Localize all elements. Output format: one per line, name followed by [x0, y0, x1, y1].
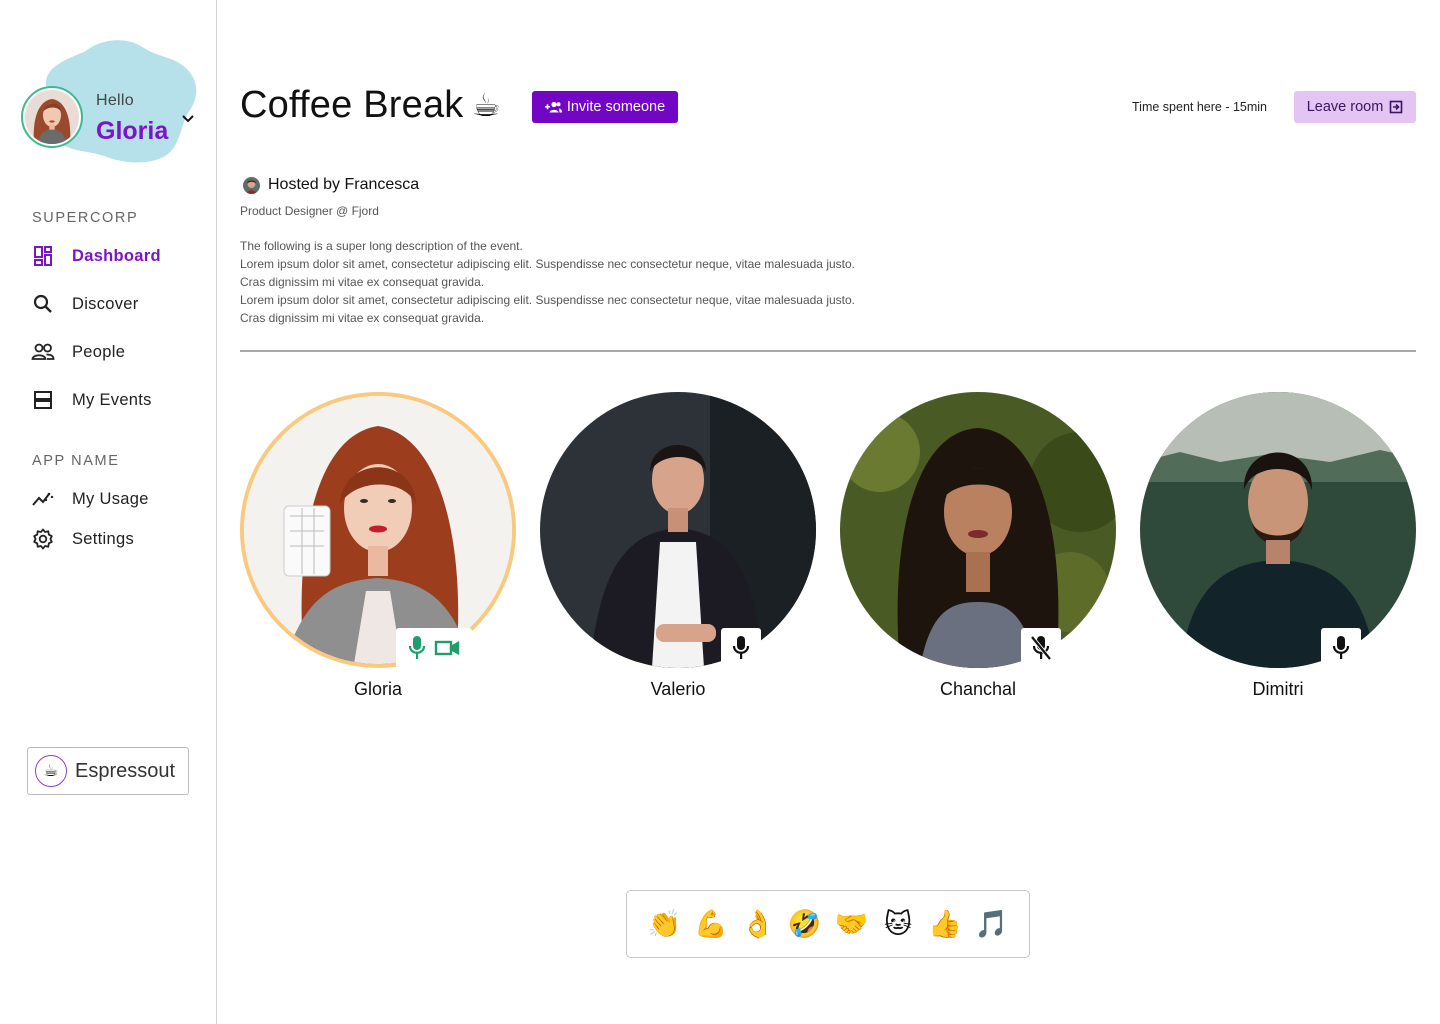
microphone-icon[interactable]: [1332, 635, 1350, 661]
user-avatar[interactable]: [21, 86, 83, 148]
people-icon: [30, 339, 56, 365]
sidebar-item-people[interactable]: People: [30, 336, 200, 368]
sidebar-item-label: My Usage: [72, 489, 149, 508]
rolling-laughing-icon[interactable]: 🤣: [785, 908, 825, 940]
clapping-hands-icon[interactable]: 👏: [644, 908, 684, 940]
music-note-icon[interactable]: 🎵: [972, 908, 1012, 940]
section-label-app-name: APP NAME: [32, 453, 120, 469]
participant-video: [240, 392, 516, 668]
sidebar-item-my-usage[interactable]: My Usage: [30, 483, 200, 515]
reaction-bar: 👏 💪 👌 🤣 🤝 🐱 👍 🎵: [626, 890, 1030, 958]
participant-valerio[interactable]: Valerio: [540, 392, 816, 712]
exit-icon: [1389, 100, 1403, 114]
participant-name: Dimitri: [1252, 679, 1304, 699]
host-role: Product Designer @ Fjord: [240, 204, 379, 218]
invite-someone-button[interactable]: Invite someone: [532, 91, 678, 123]
sidebar: Hello Gloria SUPERCORP Dashboard Discove…: [0, 0, 217, 1024]
divider: [240, 350, 1416, 352]
host-name: Hosted by Francesca: [268, 176, 420, 193]
participant-dimitri[interactable]: Dimitri: [1140, 392, 1416, 712]
greeting-text: Hello: [96, 92, 134, 109]
add-people-icon: [544, 101, 562, 113]
handshake-icon[interactable]: 🤝: [831, 908, 871, 940]
event-description: The following is a super long descriptio…: [240, 237, 960, 327]
description-line: The following is a super long descriptio…: [240, 239, 523, 253]
description-line: Cras dignissim mi vitae ex consequat gra…: [240, 311, 485, 325]
microphone-icon[interactable]: [408, 635, 426, 661]
description-line: Lorem ipsum dolor sit amet, consectetur …: [240, 293, 855, 307]
thumbs-up-icon[interactable]: 👍: [925, 908, 965, 940]
cat-face-icon[interactable]: 🐱: [878, 909, 918, 940]
participant-chanchal[interactable]: Chanchal: [840, 392, 1116, 712]
sidebar-item-settings[interactable]: Settings: [30, 523, 200, 555]
sidebar-item-dashboard[interactable]: Dashboard: [30, 240, 200, 272]
sidebar-item-label: My Events: [72, 390, 152, 409]
time-spent-text: Time spent here - 15min: [1132, 100, 1268, 114]
room-title: Coffee Break: [240, 84, 464, 126]
flexed-biceps-icon[interactable]: 💪: [691, 908, 731, 940]
sidebar-item-my-events[interactable]: My Events: [30, 384, 200, 416]
participant-video: [1140, 392, 1416, 668]
sidebar-item-label: Dashboard: [72, 246, 161, 265]
media-controls: [1321, 628, 1361, 668]
workspace-switcher[interactable]: ☕ Espressout: [27, 747, 189, 795]
events-icon: [30, 387, 56, 413]
media-controls: [396, 628, 472, 668]
description-line: Cras dignissim mi vitae ex consequat gra…: [240, 275, 485, 289]
sidebar-item-label: Discover: [72, 294, 139, 313]
microphone-icon[interactable]: [732, 635, 750, 661]
gear-icon: [30, 526, 56, 552]
chevron-down-icon[interactable]: [179, 112, 197, 126]
media-controls: [721, 628, 761, 668]
sidebar-item-label: Settings: [72, 529, 135, 548]
participant-name: Valerio: [650, 679, 706, 699]
participant-name: Chanchal: [939, 679, 1017, 699]
video-camera-icon[interactable]: [434, 638, 460, 658]
user-name: Gloria: [96, 117, 169, 145]
host-avatar: [243, 176, 260, 194]
dashboard-icon: [30, 243, 56, 269]
media-controls: [1021, 628, 1061, 668]
leave-button-label: Leave room: [1306, 99, 1384, 115]
coffee-logo-icon: ☕: [35, 755, 67, 787]
participant-video: [840, 392, 1116, 668]
workspace-name: Espressout: [75, 759, 176, 782]
invite-button-label: Invite someone: [566, 99, 666, 115]
description-line: Lorem ipsum dolor sit amet, consectetur …: [240, 257, 855, 271]
search-icon: [30, 291, 56, 317]
leave-room-button[interactable]: Leave room: [1294, 91, 1416, 123]
microphone-muted-icon[interactable]: [1030, 635, 1052, 661]
usage-chart-icon: [30, 486, 56, 512]
participant-name: Gloria: [353, 679, 402, 699]
section-label-supercorp: SUPERCORP: [32, 210, 139, 226]
ok-hand-icon[interactable]: 👌: [738, 908, 778, 940]
participant-video: [540, 392, 816, 668]
host-info: Hosted by Francesca: [243, 176, 419, 194]
sidebar-item-label: People: [72, 342, 126, 361]
sidebar-item-discover[interactable]: Discover: [30, 288, 200, 320]
coffee-emoji-icon: ☕: [472, 87, 501, 123]
participant-gloria[interactable]: Gloria: [240, 392, 516, 712]
